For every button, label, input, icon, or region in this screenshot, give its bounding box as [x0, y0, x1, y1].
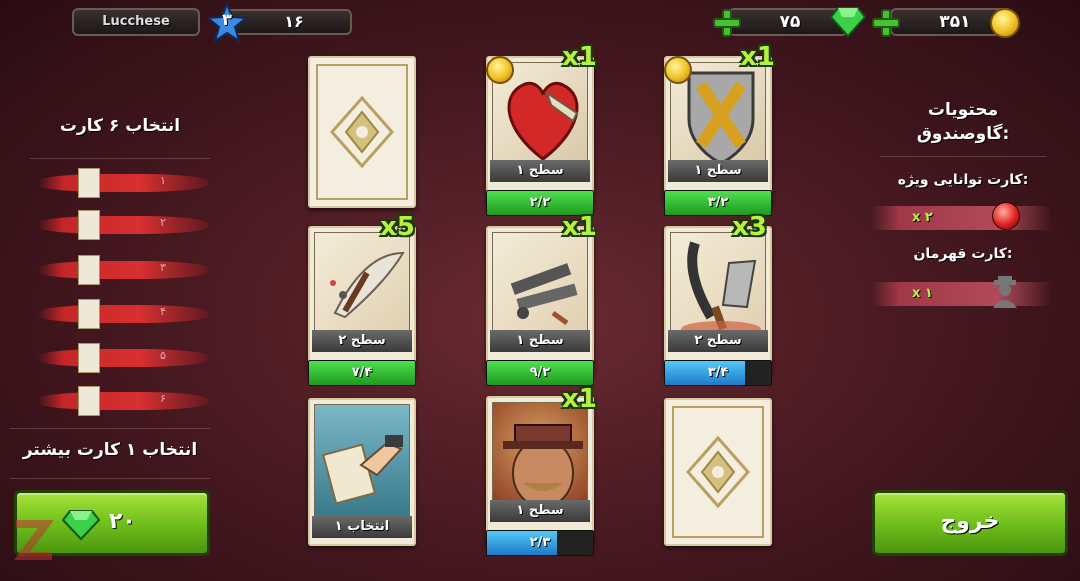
gem-icon — [61, 510, 101, 541]
card-level: سطح ۲ — [312, 330, 412, 352]
special-card-count: x ۲ — [912, 210, 933, 225]
special-orb-icon — [992, 202, 1020, 230]
xp-value: ۱۶ — [284, 12, 304, 31]
buy-coins-plus-icon[interactable] — [872, 9, 900, 37]
left-divider-bottom — [10, 428, 210, 429]
ornament-icon — [686, 436, 750, 508]
slot-number: ۵ — [160, 349, 166, 362]
card-level: سطح ۲ — [668, 330, 768, 352]
card-multiplier: x1 — [562, 212, 597, 242]
left-divider-3 — [10, 478, 210, 479]
hero-card-count: x ۱ — [912, 286, 933, 301]
card-guns[interactable]: سطح ۱ ۹/۲ — [486, 226, 594, 386]
special-card-label: کارت توانایی ویژه: — [897, 172, 1029, 188]
card-slot[interactable]: ۱ — [38, 168, 208, 198]
select-more-title: انتخاب ۱ کارت بیشتر — [22, 440, 198, 460]
buy-price: ۲۰ — [109, 509, 136, 534]
card-level: سطح ۱ — [490, 160, 590, 182]
hero-card-row — [872, 282, 1052, 306]
slot-number: ۴ — [160, 305, 166, 318]
exit-label: خروج — [940, 509, 1000, 534]
select-cards-title: انتخاب ۶ کارت — [59, 116, 181, 136]
hero-card-label: کارت قهرمان: — [913, 246, 1013, 262]
card-select[interactable]: ۱ انتخاب — [308, 398, 416, 546]
gangster-icon — [503, 424, 583, 507]
player-name: Lucchese — [102, 14, 170, 29]
slot-number: ۲ — [160, 216, 166, 229]
gems-value: ۷۵ — [779, 12, 801, 32]
coin-badge-icon — [486, 56, 514, 84]
slot-number: ۳ — [160, 261, 166, 274]
progress-fill — [665, 361, 745, 385]
card-slot-thumb — [78, 343, 100, 373]
card-multiplier: x1 — [740, 42, 775, 72]
coin-badge-icon — [664, 56, 692, 84]
exit-button[interactable]: خروج — [872, 490, 1068, 556]
card-progress: ۷/۴ — [308, 360, 416, 386]
coins-value: ۳۵۱ — [939, 12, 971, 32]
card-slot[interactable]: ۴ — [38, 299, 208, 329]
blades-icon — [681, 241, 761, 337]
watermark-logo-icon — [14, 520, 54, 560]
card-multiplier: x1 — [562, 384, 597, 414]
card-slot[interactable]: ۶ — [38, 386, 208, 416]
crossbow-icon — [330, 251, 405, 319]
card-level: سطح ۱ — [490, 330, 590, 352]
card-slot[interactable]: ۵ — [38, 343, 208, 373]
card-blades[interactable]: سطح ۲ ۳/۴ — [664, 226, 772, 386]
card-multiplier: x3 — [732, 212, 767, 242]
chest-contents-title: محتویات گاوصندوق: — [878, 98, 1048, 146]
card-multiplier: x5 — [380, 212, 415, 242]
card-progress: ۳/۴ — [664, 360, 772, 386]
right-divider — [880, 156, 1046, 157]
card-gangster[interactable]: سطح ۱ ۲/۳ — [486, 396, 594, 556]
pointing-hand-icon — [321, 435, 403, 505]
card-crossbow[interactable]: سطح ۲ ۷/۴ — [308, 226, 416, 386]
card-back[interactable] — [664, 398, 772, 546]
slot-number: ۶ — [160, 392, 166, 405]
chest-contents-line1: محتویات — [927, 100, 999, 120]
coin-icon — [990, 8, 1020, 38]
card-slot-thumb — [78, 255, 100, 285]
card-slot-thumb — [78, 386, 100, 416]
card-progress: ۹/۲ — [486, 360, 594, 386]
card-slot-thumb — [78, 210, 100, 240]
player-name-plate[interactable]: Lucchese — [72, 8, 200, 36]
card-slot-thumb — [78, 168, 100, 198]
card-slot-thumb — [78, 299, 100, 329]
special-card-row — [872, 206, 1052, 230]
card-slot[interactable]: ۳ — [38, 255, 208, 285]
card-multiplier: x1 — [562, 42, 597, 72]
left-divider-top — [30, 158, 210, 159]
chest-contents-line2: گاوصندوق: — [916, 124, 1010, 144]
gem-icon — [830, 7, 866, 38]
card-slot[interactable]: ۲ — [38, 210, 208, 240]
slot-number: ۱ — [160, 174, 166, 187]
card-back[interactable] — [308, 56, 416, 208]
card-level: سطح ۱ — [668, 160, 768, 182]
card-progress: ۲/۳ — [486, 530, 594, 556]
card-select-label: ۱ انتخاب — [312, 516, 412, 538]
card-level: سطح ۱ — [490, 500, 590, 522]
level-number: ۳ — [222, 10, 232, 29]
hero-silhouette-icon — [993, 276, 1017, 308]
ornament-icon — [330, 96, 394, 168]
guns-icon — [510, 263, 578, 326]
buy-gems-plus-icon[interactable] — [713, 9, 741, 37]
